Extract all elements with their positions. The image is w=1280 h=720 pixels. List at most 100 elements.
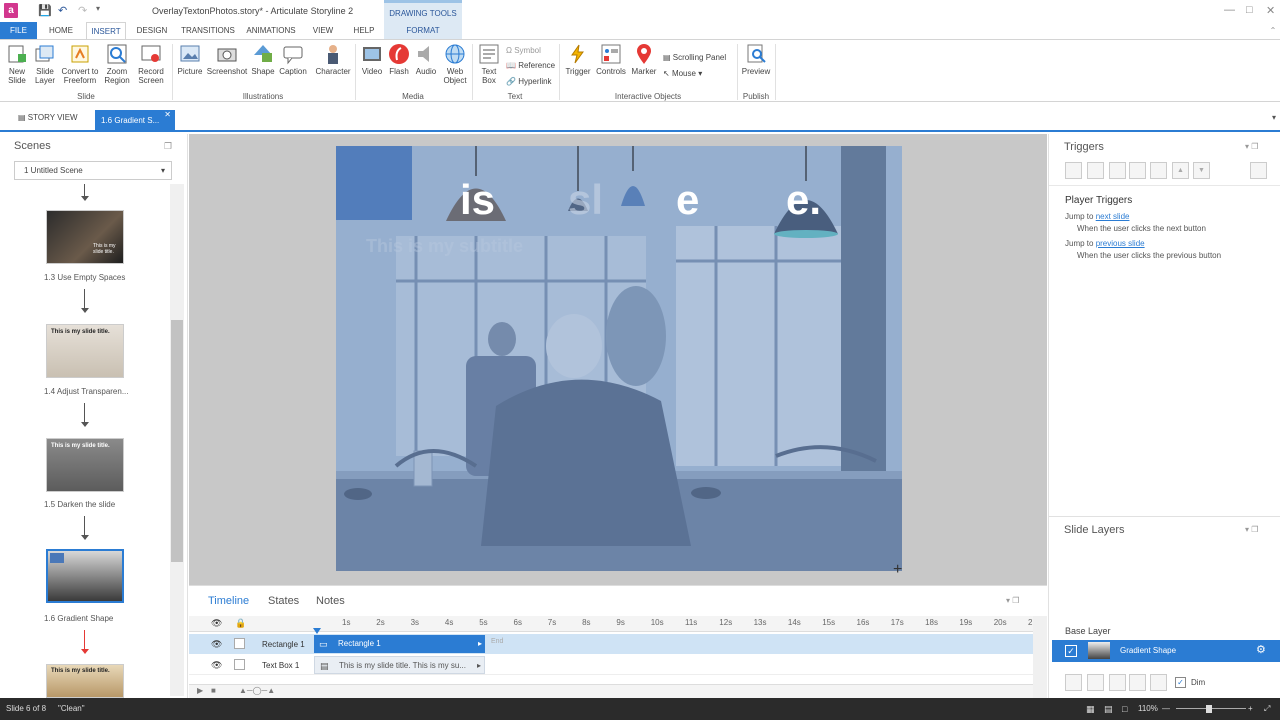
marker-button[interactable]: Marker <box>629 43 659 76</box>
expand-arrow-icon[interactable]: ▸ <box>478 635 482 653</box>
scrolling-panel-button[interactable]: ▤ Scrolling Panel <box>663 53 726 62</box>
move-down-icon[interactable]: ▼ <box>1193 162 1210 179</box>
slide-layer-button[interactable]: Slide Layer <box>32 43 58 85</box>
timeline-bar[interactable]: ▭ Rectangle 1 ▸ <box>314 635 485 653</box>
slide-thumbnail-selected[interactable] <box>46 549 124 603</box>
new-slide-button[interactable]: New Slide <box>4 43 30 85</box>
slide-thumbnail[interactable]: This is my slide title. <box>46 438 124 492</box>
undo-icon[interactable]: ↶ <box>58 4 67 17</box>
stop-icon[interactable]: ■ <box>211 686 216 695</box>
timeline-bar[interactable]: ▤ This is my slide title. This is my su.… <box>314 656 485 674</box>
shape-button[interactable]: Shape <box>250 43 276 76</box>
fit-to-window-icon[interactable]: ⤢ <box>1264 698 1270 720</box>
layer-row-selected[interactable]: ✓ Gradient Shape ⚙ <box>1052 640 1280 662</box>
tab-design[interactable]: DESIGN <box>132 22 172 39</box>
scenes-scrollbar-thumb[interactable] <box>171 320 183 562</box>
save-icon[interactable]: 💾 <box>38 4 52 17</box>
paste-layer-icon[interactable] <box>1129 674 1146 691</box>
tab-dropdown-icon[interactable]: ▾ <box>1272 113 1276 122</box>
trigger-link-next-slide[interactable]: next slide <box>1096 212 1130 221</box>
tab-current-slide[interactable]: 1.6 Gradient S... ✕ <box>95 110 175 132</box>
close-icon[interactable]: ✕ <box>1266 4 1275 17</box>
tab-story-view[interactable]: ▤ STORY VIEW <box>18 113 78 122</box>
eye-icon[interactable]: 👁 <box>211 639 222 650</box>
ribbon-collapse-icon[interactable]: ⌃ <box>1266 22 1280 39</box>
mouse-button[interactable]: ↖ Mouse ▾ <box>663 69 702 78</box>
zoom-region-button[interactable]: Zoom Region <box>102 43 132 85</box>
picture-button[interactable]: Picture <box>176 43 204 76</box>
record-screen-button[interactable]: Record Screen <box>134 43 168 85</box>
tab-help[interactable]: HELP <box>347 22 381 39</box>
panel-menu-icon[interactable]: ▾ ❐ <box>1006 596 1019 605</box>
slide-canvas[interactable]: is sl e e. This is my subtitle <box>336 146 902 571</box>
character-button[interactable]: Character <box>314 43 352 76</box>
tab-timeline[interactable]: Timeline <box>208 595 249 607</box>
fit-icon[interactable]: □ <box>1122 698 1127 720</box>
web-object-button[interactable]: Web Object <box>441 43 469 85</box>
timeline-scrollbar[interactable] <box>1033 616 1047 698</box>
panel-restore-icon[interactable]: ❐ <box>164 141 172 152</box>
trigger-item[interactable]: Jump to next slide <box>1065 212 1129 221</box>
copy-layer-icon[interactable] <box>1109 674 1126 691</box>
tab-insert[interactable]: INSERT <box>86 22 126 39</box>
trigger-link-previous-slide[interactable]: previous slide <box>1096 239 1145 248</box>
delete-trigger-icon[interactable] <box>1150 162 1167 179</box>
zoom-out-icon[interactable]: — <box>1162 698 1170 720</box>
tab-home[interactable]: HOME <box>43 22 79 39</box>
normal-view-icon[interactable]: ▦ <box>1086 698 1095 720</box>
quick-access-dropdown-icon[interactable]: ▾ <box>96 4 100 13</box>
timeline-row-rectangle[interactable]: 👁 Rectangle 1 ▭ Rectangle 1 ▸ End <box>189 634 1033 654</box>
tab-animations[interactable]: ANIMATIONS <box>243 22 299 39</box>
zoom-slider-icon[interactable]: ▲─◯─▲ <box>239 686 275 695</box>
edit-trigger-icon[interactable] <box>1087 162 1104 179</box>
slide-thumbnail[interactable]: This is my slide title. <box>46 664 124 698</box>
lock-icon[interactable]: 🔒 <box>235 618 246 629</box>
tab-file[interactable]: FILE <box>0 22 37 39</box>
panel-menu-icon[interactable]: ▾ ❐ <box>1245 142 1258 151</box>
redo-icon[interactable]: ↷ <box>78 4 87 17</box>
checkbox-checked-icon[interactable]: ✓ <box>1065 645 1077 657</box>
caption-button[interactable]: Caption <box>278 43 308 76</box>
dim-checkbox[interactable]: ✓ <box>1175 677 1186 688</box>
slide-thumbnail[interactable]: This is my slide title. <box>46 210 124 264</box>
zoom-slider-thumb[interactable] <box>1206 705 1212 713</box>
paste-trigger-icon[interactable] <box>1129 162 1146 179</box>
variables-icon[interactable] <box>1250 162 1267 179</box>
reference-button[interactable]: 📖 Reference <box>506 61 555 70</box>
audio-button[interactable]: Audio <box>413 43 439 76</box>
zoom-in-icon[interactable]: + <box>1248 698 1253 720</box>
lock-checkbox[interactable] <box>234 659 245 670</box>
text-box-button[interactable]: Text Box <box>476 43 502 85</box>
new-trigger-icon[interactable] <box>1065 162 1082 179</box>
accent-rectangle[interactable] <box>336 146 412 220</box>
copy-trigger-icon[interactable] <box>1109 162 1126 179</box>
tab-view[interactable]: VIEW <box>306 22 340 39</box>
trigger-item[interactable]: Jump to previous slide <box>1065 239 1145 248</box>
panel-menu-icon[interactable]: ▾ ❐ <box>1245 525 1258 534</box>
convert-to-freeform-button[interactable]: Convert to Freeform <box>59 43 101 85</box>
tab-transitions[interactable]: TRANSITIONS <box>178 22 238 39</box>
hyperlink-button[interactable]: 🔗 Hyperlink <box>506 77 552 86</box>
symbol-button[interactable]: Ω Symbol <box>506 46 541 55</box>
play-icon[interactable]: ▶ <box>197 686 203 695</box>
tab-format[interactable]: FORMAT <box>384 22 462 39</box>
close-tab-icon[interactable]: ✕ <box>164 104 171 126</box>
screenshot-button[interactable]: Screenshot <box>205 43 249 76</box>
expand-arrow-icon[interactable]: ▸ <box>477 657 481 673</box>
scene-dropdown[interactable]: 1 Untitled Scene ▾ <box>14 161 172 180</box>
timeline-row-textbox[interactable]: 👁 Text Box 1 ▤ This is my slide title. T… <box>189 655 1033 675</box>
delete-layer-icon[interactable] <box>1150 674 1167 691</box>
controls-button[interactable]: Controls <box>595 43 627 76</box>
eye-icon[interactable]: 👁 <box>211 660 222 671</box>
flash-button[interactable]: Flash <box>387 43 411 76</box>
tab-states[interactable]: States <box>268 595 299 607</box>
tab-notes[interactable]: Notes <box>316 595 345 607</box>
trigger-button[interactable]: Trigger <box>563 43 593 76</box>
maximize-icon[interactable]: □ <box>1246 4 1253 16</box>
new-layer-icon[interactable] <box>1065 674 1082 691</box>
lock-checkbox[interactable] <box>234 638 245 649</box>
timeline-ruler[interactable]: 1s 2s 3s 4s 5s 6s 7s 8s 9s 10s 11s 12s 13s 14s 15s 16s 1… <box>314 617 1032 631</box>
minimize-icon[interactable]: — <box>1224 4 1235 16</box>
move-up-icon[interactable]: ▲ <box>1172 162 1189 179</box>
preview-button[interactable]: Preview <box>741 43 771 76</box>
